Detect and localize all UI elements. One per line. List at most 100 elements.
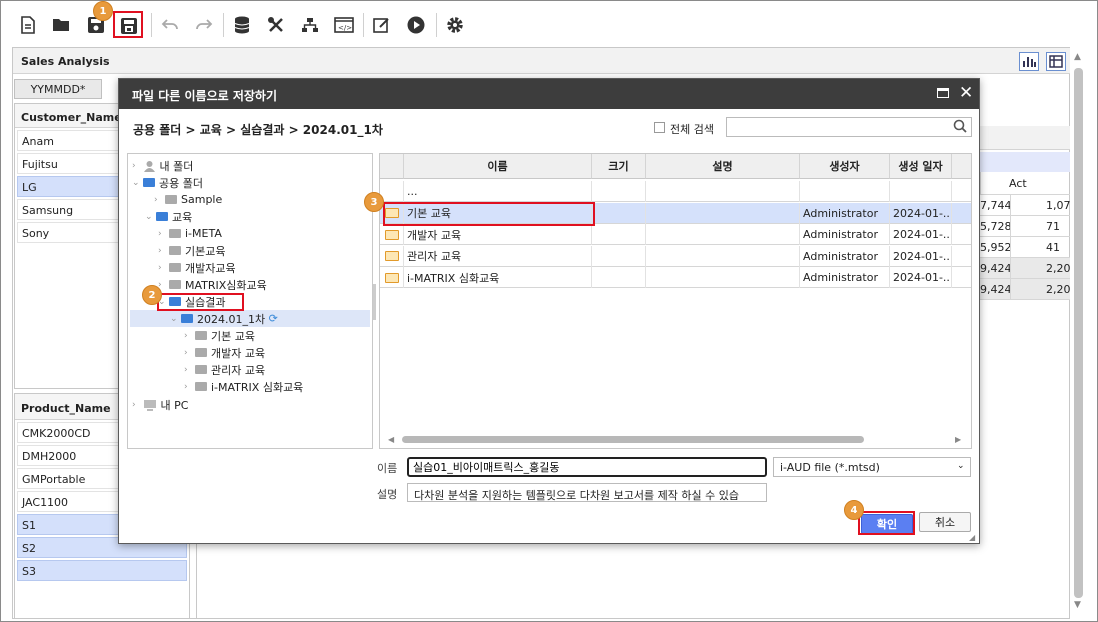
tree-item-matrix[interactable]: › MATRIX심화교육 — [158, 276, 267, 293]
new-file-icon[interactable] — [16, 13, 40, 37]
cell-creator: Administrator — [800, 245, 890, 267]
table-row[interactable]: i-MATRIX 심화교육 Administrator 2024-01-... — [380, 267, 971, 288]
horizontal-scroll-thumb[interactable] — [402, 436, 864, 443]
tree-item-i-meta[interactable]: › i-META — [158, 225, 222, 242]
folder-icon — [384, 251, 399, 261]
undo-icon[interactable] — [158, 13, 182, 37]
chart-view-icon[interactable] — [1019, 52, 1039, 71]
scroll-up-icon[interactable]: ▲ — [1074, 52, 1081, 62]
cell-value: 7,744 — [980, 199, 1012, 212]
table-row: 7,744 1,07 — [980, 195, 1071, 216]
full-search-label: 전체 검색 — [670, 123, 714, 136]
scroll-down-icon[interactable]: ▼ — [1074, 600, 1081, 610]
scroll-left-icon[interactable]: ◀ — [388, 435, 394, 444]
table-row: 5,952 41 — [980, 237, 1070, 258]
step-marker-2: 2 — [142, 285, 162, 305]
cell-value: 9,424 — [980, 283, 1012, 296]
step-marker-3: 3 — [364, 192, 384, 212]
col-name[interactable]: 이름 — [404, 154, 592, 179]
tree-item-basic[interactable]: › 기본교육 — [158, 242, 225, 259]
cell-value: 9,424 — [980, 262, 1012, 275]
full-search-checkbox[interactable] — [654, 122, 665, 133]
cell-value: 5,952 — [980, 241, 1012, 254]
dialog-title: 파일 다른 이름으로 저장하기 — [119, 79, 979, 109]
tab-yymmdd[interactable]: YYMMDD* — [14, 79, 102, 99]
redo-icon[interactable] — [192, 13, 216, 37]
cell-creator: Administrator — [800, 267, 890, 288]
settings-gear-icon[interactable] — [443, 13, 467, 37]
scroll-right-icon[interactable]: ▶ — [955, 435, 961, 444]
file-grid: 이름 크기 설명 생성자 생성 일자 ... 기본 교육 Administrat… — [379, 153, 972, 449]
save-as-dialog: 파일 다른 이름으로 저장하기 ✕ 공용 폴더 > 교육 > 실습결과 > 20… — [118, 78, 980, 544]
folder-icon — [384, 229, 399, 240]
folder-icon — [181, 314, 193, 323]
cell-creator: Administrator — [800, 224, 890, 245]
tree-item-developer[interactable]: › 개발자교육 — [158, 259, 236, 276]
desc-label: 설명 — [377, 488, 398, 501]
chevron-down-icon: ⌄ — [957, 461, 965, 471]
cell-value: 71 — [1046, 220, 1060, 233]
filetype-select[interactable]: i-AUD file (*.mtsd) ⌄ — [773, 457, 971, 477]
maximize-icon[interactable] — [937, 88, 949, 98]
table-row[interactable]: 관리자 교육 Administrator 2024-01-... — [380, 245, 971, 267]
folder-icon — [195, 331, 207, 340]
tree-scrollbar[interactable] — [373, 284, 376, 320]
computer-icon — [144, 399, 156, 411]
folder-icon — [156, 212, 168, 221]
script-icon[interactable]: </> — [332, 13, 356, 37]
panel-title: Sales Analysis — [21, 55, 110, 68]
tree-item-my-pc[interactable]: › 내 PC — [132, 396, 188, 413]
table-row[interactable]: ... — [380, 181, 971, 202]
tree-item-sub-admin[interactable]: › 관리자 교육 — [184, 361, 265, 378]
col-creator[interactable]: 생성자 — [800, 154, 890, 179]
folder-icon — [169, 263, 181, 272]
breadcrumb: 공용 폴더 > 교육 > 실습결과 > 2024.01_1차 — [133, 123, 383, 137]
description-input[interactable]: 다차원 분석을 지원하는 템플릿으로 다차원 보고서를 제작 하실 수 있습 — [407, 483, 767, 502]
col-date[interactable]: 생성 일자 — [890, 154, 952, 179]
tree-item-my-folder[interactable]: › 내 폴더 — [132, 157, 193, 174]
act-header: Act — [1009, 177, 1027, 190]
col-size[interactable]: 크기 — [592, 154, 646, 179]
run-icon[interactable] — [404, 13, 428, 37]
refresh-icon[interactable]: ⟳ — [269, 312, 278, 325]
cell-value: 2,20 — [1046, 283, 1071, 296]
cell-date: 2024-01-... — [890, 224, 952, 245]
user-icon — [144, 160, 155, 172]
table-row: 9,424 2,20 — [980, 258, 1071, 279]
cell-date — [890, 181, 952, 202]
folder-icon — [195, 382, 207, 391]
tree-item-sub-basic[interactable]: › 기본 교육 — [184, 327, 255, 344]
save-as-highlight — [113, 11, 143, 38]
list-item[interactable]: S3 — [17, 560, 187, 581]
tree-item-public-folder[interactable]: ⌄ 공용 폴더 — [132, 174, 203, 191]
folder-icon — [143, 178, 155, 187]
col-desc[interactable]: 설명 — [646, 154, 800, 179]
tree-item-2024-selected[interactable]: ⌄ 2024.01_1차 ⟳ — [130, 310, 370, 327]
cell-creator — [800, 181, 890, 202]
pivot-icon[interactable] — [1046, 52, 1066, 71]
edit-icon[interactable] — [370, 13, 394, 37]
practice-results-highlight — [157, 293, 244, 311]
database-icon[interactable] — [230, 13, 254, 37]
panel-header: Sales Analysis — [13, 48, 1070, 74]
folder-icon — [169, 229, 181, 238]
search-input[interactable] — [726, 117, 972, 137]
cell-name: 개발자 교육 — [404, 224, 592, 245]
cancel-button[interactable]: 취소 — [919, 512, 971, 532]
hierarchy-icon[interactable] — [298, 13, 322, 37]
close-icon[interactable]: ✕ — [959, 83, 973, 103]
tree-item-sub-matrix[interactable]: › i-MATRIX 심화교육 — [184, 378, 303, 395]
filename-input[interactable] — [407, 457, 767, 477]
tree-item-education[interactable]: ⌄ 교육 — [145, 208, 192, 225]
cell-creator: Administrator — [800, 202, 890, 224]
open-folder-icon[interactable] — [50, 13, 74, 37]
vertical-scrollbar[interactable]: ▲ ▼ — [1072, 52, 1086, 614]
tree-item-sample[interactable]: › Sample — [154, 191, 222, 208]
scroll-thumb[interactable] — [1074, 68, 1083, 598]
tools-icon[interactable] — [264, 13, 288, 37]
tree-item-sub-developer[interactable]: › 개발자 교육 — [184, 344, 265, 361]
search-icon[interactable] — [953, 119, 967, 136]
table-row[interactable]: 개발자 교육 Administrator 2024-01-... — [380, 224, 971, 245]
folder-icon — [195, 365, 207, 374]
resize-grip-icon[interactable]: ◢ — [969, 533, 975, 542]
